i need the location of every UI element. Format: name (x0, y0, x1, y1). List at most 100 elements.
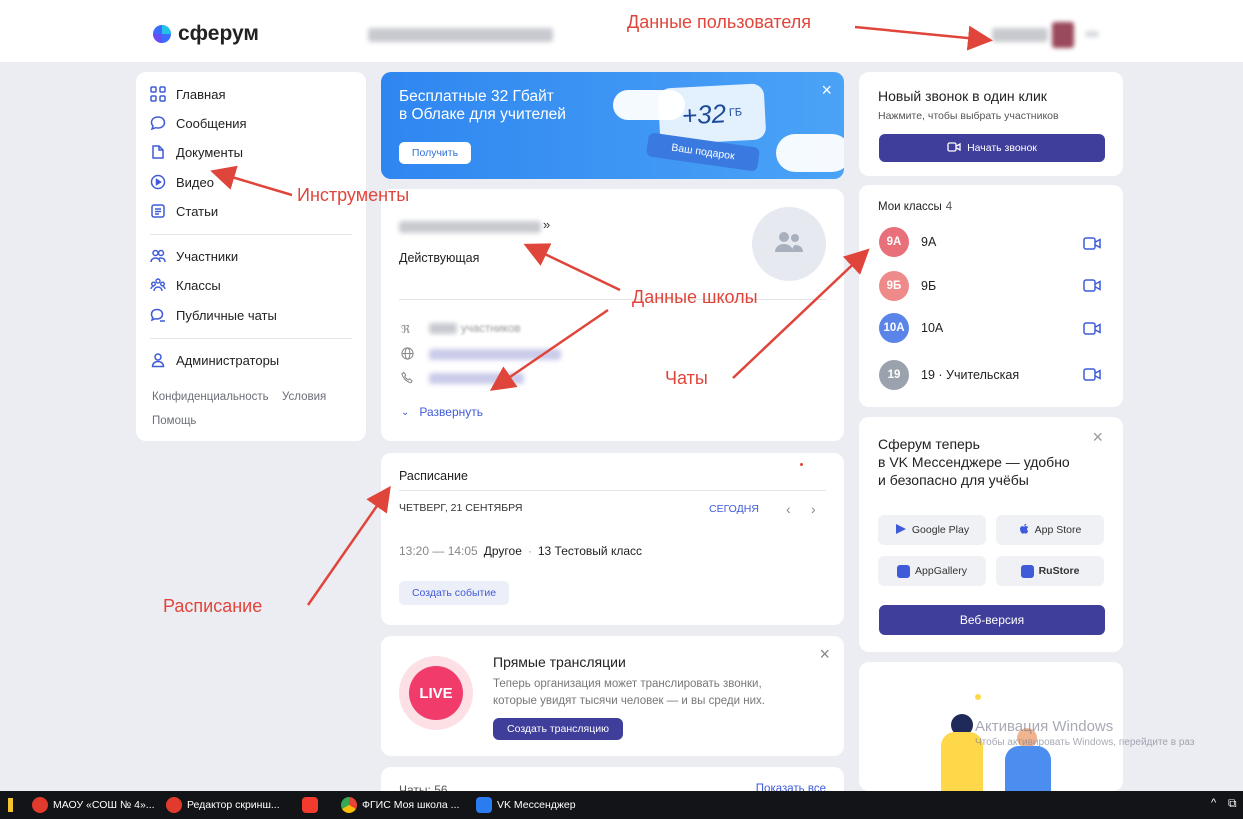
video-camera-icon[interactable] (1083, 279, 1101, 292)
class-row[interactable]: 10А 10А (879, 313, 1103, 343)
call-card: Новый звонок в один клик Нажмите, чтобы … (859, 72, 1123, 176)
call-title: Новый звонок в один клик (878, 88, 1047, 104)
rustore-icon (1020, 564, 1034, 578)
windows-taskbar: МАОУ «СОШ № 4»... Редактор скринш... ФГИ… (0, 791, 1243, 819)
network-icon[interactable]: ⧉ (1228, 796, 1237, 811)
close-icon[interactable]: × (821, 80, 832, 101)
sidebar-item-label: Публичные чаты (176, 307, 277, 323)
school-title-blurred[interactable] (399, 221, 541, 233)
website-blurred[interactable] (429, 349, 561, 360)
document-icon (150, 144, 166, 160)
privacy-link[interactable]: Конфиденциальность (152, 391, 269, 403)
annotation-tools: Инструменты (297, 185, 410, 205)
create-stream-button[interactable]: Создать трансляцию (493, 718, 623, 740)
promo-get-button[interactable]: Получить (399, 142, 471, 164)
rss-icon: ℜ (401, 324, 410, 336)
taskbar-item-screenshot-editor[interactable]: Редактор скринш... (166, 796, 280, 814)
start-call-button[interactable]: Начать звонок (879, 134, 1105, 162)
members-count: участников (429, 323, 521, 335)
class-avatar: 19 (879, 360, 909, 390)
sidebar-item-label: Главная (176, 86, 226, 102)
sidebar-item-label: Администраторы (176, 352, 280, 368)
video-camera-icon[interactable] (1083, 368, 1101, 381)
globe-icon (401, 347, 414, 365)
divider (399, 299, 826, 300)
live-title: Прямые трансляции (493, 654, 626, 670)
expand-link[interactable]: ⌄ Развернуть (401, 405, 483, 419)
grid-icon (150, 86, 166, 102)
sidebar-item-messages[interactable]: Сообщения (150, 115, 247, 131)
sidebar-item-admins[interactable]: Администраторы (150, 352, 279, 368)
divider (150, 234, 352, 235)
close-icon[interactable]: × (819, 644, 830, 665)
taskbar-item-fgis[interactable]: ФГИС Моя школа ... (341, 796, 459, 814)
top-bar: сферум (0, 0, 1243, 62)
google-play-button[interactable]: Google Play (878, 515, 986, 545)
class-row[interactable]: 9Б 9Б (879, 271, 1103, 301)
sidebar-item-classes[interactable]: Классы (150, 277, 221, 293)
yandex-browser-icon (32, 797, 48, 813)
taskbar-item-school-site[interactable]: МАОУ «СОШ № 4»... (32, 796, 155, 814)
chevron-right-icon[interactable]: › (811, 501, 816, 517)
schedule-title: Расписание (399, 469, 468, 483)
chevron-up-icon[interactable]: ^ (1211, 797, 1216, 809)
class-row[interactable]: 9А 9А (879, 227, 1103, 257)
article-icon (150, 203, 166, 219)
create-event-button[interactable]: Создать событие (399, 581, 509, 605)
phone-blurred[interactable] (429, 373, 524, 384)
class-row[interactable]: 19 19 · Учительская (879, 360, 1103, 390)
play-circle-icon (150, 174, 166, 190)
close-icon[interactable]: × (1092, 427, 1103, 448)
sidebar-item-articles[interactable]: Статьи (150, 203, 218, 219)
chevron-down-icon[interactable] (1085, 31, 1099, 37)
app-store-button[interactable]: App Store (996, 515, 1104, 545)
taskbar-left-edge (8, 798, 13, 812)
red-dot (800, 463, 803, 466)
schedule-event[interactable]: 13:20 — 14:05 Другое · 13 Тестовый класс (399, 544, 642, 558)
arrow-schedule (306, 485, 391, 606)
today-button[interactable]: СЕГОДНЯ (709, 503, 759, 515)
vk-messenger-icon (476, 797, 492, 813)
vk-title: Сферум теперь в VK Мессенджере — удобно … (878, 436, 1070, 488)
sidebar-item-documents[interactable]: Документы (150, 144, 243, 160)
annotation-chats: Чаты (665, 368, 708, 388)
sidebar-item-label: Участники (176, 248, 239, 264)
video-camera-icon[interactable] (1083, 322, 1101, 335)
sidebar-item-label: Классы (176, 277, 221, 293)
video-camera-icon[interactable] (1083, 237, 1101, 250)
user-name-blurred[interactable] (992, 28, 1048, 42)
class-group-icon (150, 277, 166, 293)
sidebar-item-video[interactable]: Видео (150, 174, 214, 190)
chevron-left-icon[interactable]: ‹ (786, 501, 791, 517)
web-version-button[interactable]: Веб-версия (879, 605, 1105, 635)
promo-badge-unit: ГБ (728, 106, 743, 120)
rustore-button[interactable]: RuStore (996, 556, 1104, 586)
divider (150, 338, 352, 339)
call-subtitle: Нажмите, чтобы выбрать участников (878, 110, 1059, 122)
sidebar-item-members[interactable]: Участники (150, 248, 238, 264)
promo-banner[interactable]: Бесплатные 32 Гбайт в Облаке для учителе… (381, 72, 844, 179)
avatar[interactable] (1052, 22, 1074, 48)
school-name-blurred (368, 28, 553, 42)
terms-link[interactable]: Условия (282, 391, 326, 403)
promo-title: Бесплатные 32 Гбайт в Облаке для учителе… (399, 88, 566, 123)
logo-text: сферум (178, 22, 259, 45)
taskbar-item-yandex[interactable] (302, 796, 318, 814)
group-icon (774, 231, 804, 258)
sidebar-item-public-chats[interactable]: Публичные чаты (150, 307, 277, 323)
app-gallery-icon (897, 564, 911, 578)
taskbar-item-vk-messenger[interactable]: VK Мессенджер (476, 796, 576, 814)
app-gallery-button[interactable]: AppGallery (878, 556, 986, 586)
apple-icon (1019, 523, 1030, 538)
schedule-card: Расписание ЧЕТВЕРГ, 21 СЕНТЯБРЯ СЕГОДНЯ … (381, 453, 844, 625)
classes-card: Мои классы 4 9А 9А 9Б 9Б 10А 10А 19 19 ·… (859, 185, 1123, 407)
schedule-date: ЧЕТВЕРГ, 21 СЕНТЯБРЯ (399, 502, 523, 514)
logo[interactable]: сферум (152, 22, 259, 46)
school-card: » Действующая ℜ участников ⌄ Развернуть (381, 189, 844, 441)
school-avatar (752, 207, 826, 281)
help-link[interactable]: Помощь (152, 415, 196, 427)
live-card: LIVE Прямые трансляции Теперь организаци… (381, 636, 844, 756)
chrome-icon (341, 797, 357, 813)
sidebar-item-home[interactable]: Главная (150, 86, 225, 102)
video-camera-icon (947, 141, 961, 155)
